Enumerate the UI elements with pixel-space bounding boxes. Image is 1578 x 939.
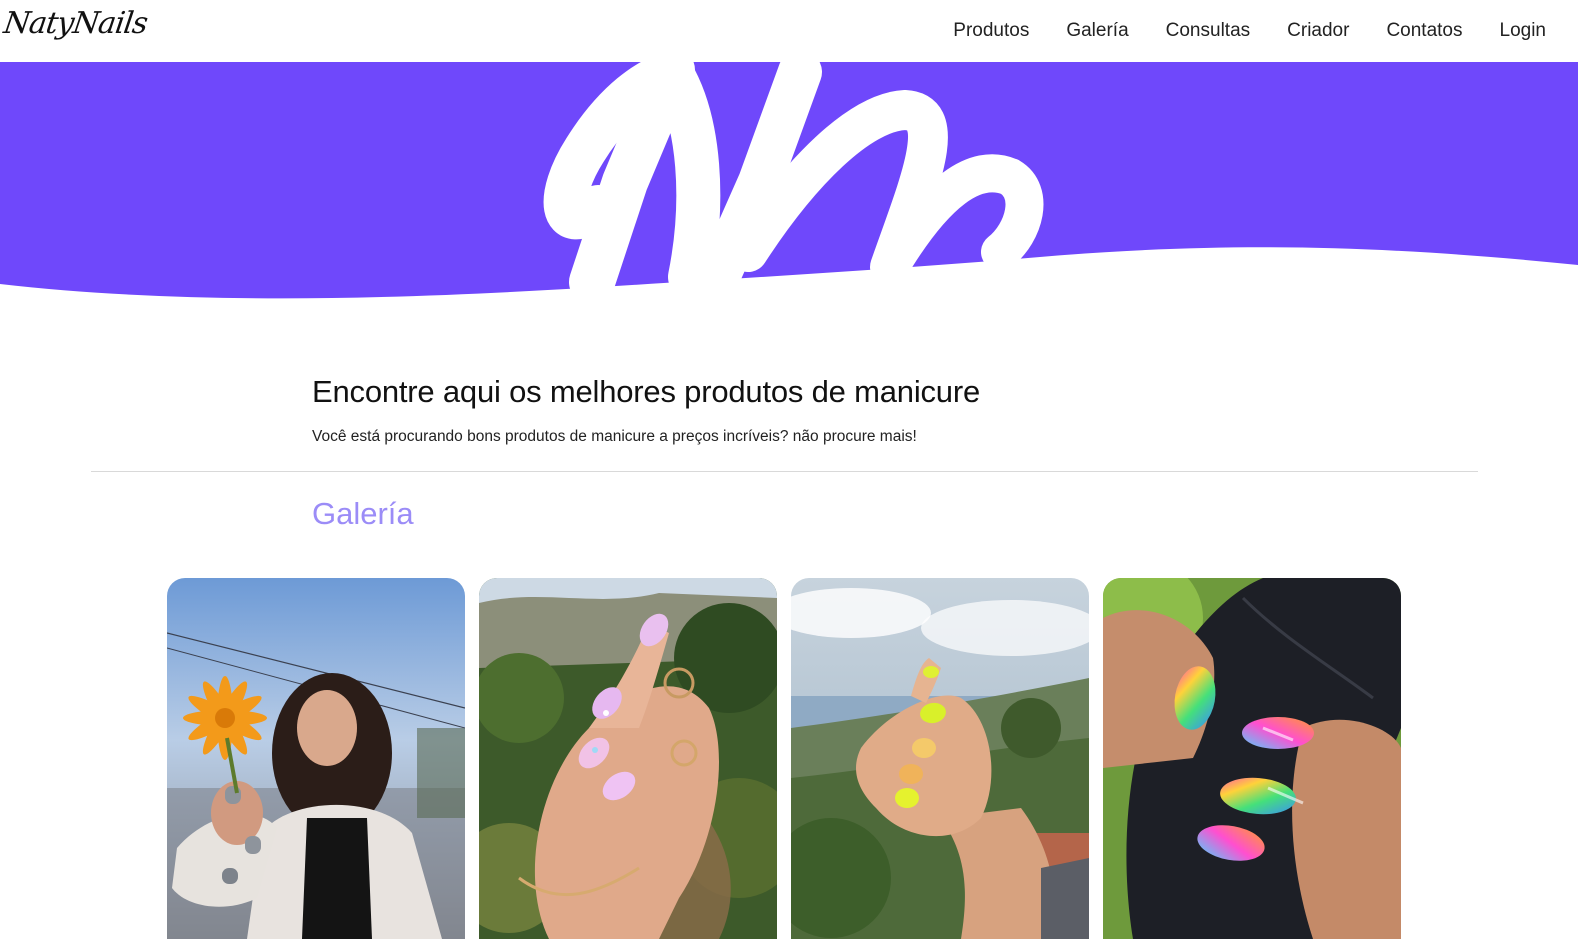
gallery-photo-pink-nails[interactable]	[479, 578, 777, 939]
nav-link-criador[interactable]: Criador	[1287, 20, 1349, 42]
intro-section: Encontre aqui os melhores produtos de ma…	[312, 374, 1312, 446]
intro-title: Encontre aqui os melhores produtos de ma…	[312, 374, 981, 409]
nav-link-galeria[interactable]: Galería	[1066, 20, 1128, 42]
gallery-photo-yellow-nails[interactable]	[791, 578, 1089, 939]
gallery-title: Galería	[312, 496, 414, 531]
gallery-grid	[167, 578, 1401, 939]
gallery-photo-flower-woman[interactable]	[167, 578, 465, 939]
nav-link-contatos[interactable]: Contatos	[1386, 20, 1462, 42]
nav-link-produtos[interactable]: Produtos	[953, 20, 1029, 42]
navbar: NatyNails Produtos Galería Consultas Cri…	[0, 0, 1578, 62]
brand-logo[interactable]: NatyNails	[2, 6, 150, 41]
hero-banner	[0, 47, 1578, 312]
nav-menu: Produtos Galería Consultas Criador Conta…	[953, 0, 1546, 62]
section-divider	[91, 471, 1478, 472]
nav-link-consultas[interactable]: Consultas	[1166, 20, 1251, 42]
hero-banner-graphic	[0, 47, 1578, 305]
gallery-photo-rainbow-nails[interactable]	[1103, 578, 1401, 939]
nav-link-login[interactable]: Login	[1500, 20, 1547, 42]
intro-subtitle: Você está procurando bons produtos de ma…	[312, 428, 917, 445]
